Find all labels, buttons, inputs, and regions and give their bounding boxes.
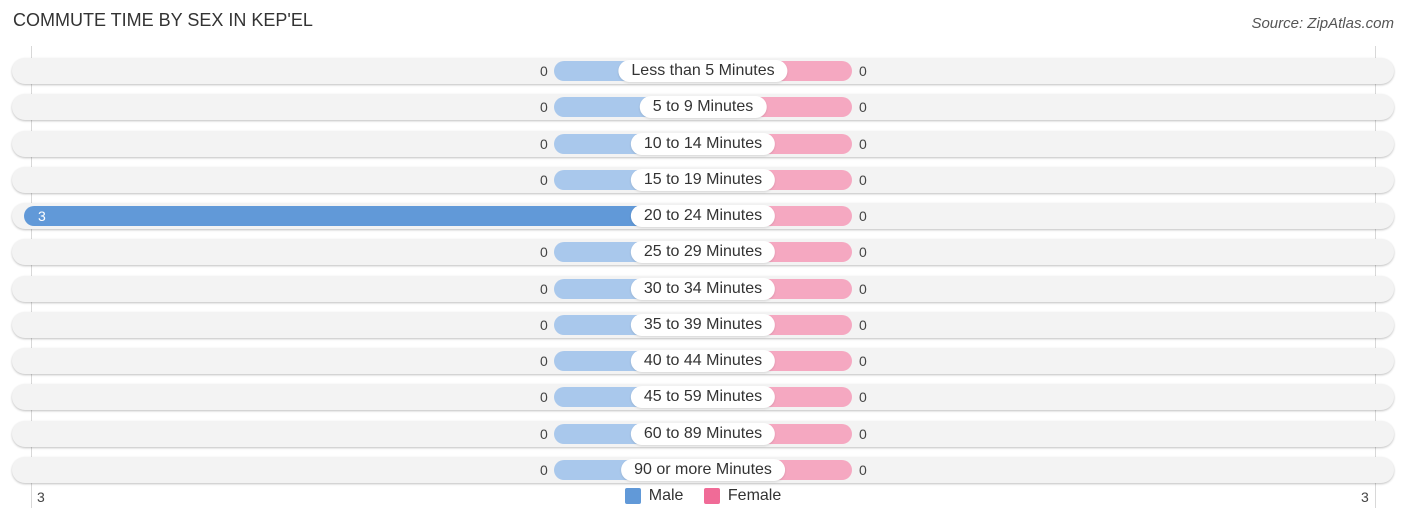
- female-value-label: 0: [859, 389, 867, 405]
- legend: Male Female: [0, 487, 1406, 509]
- legend-label-female: Female: [727, 487, 782, 504]
- female-value-label: 0: [859, 244, 867, 260]
- male-value-label: 0: [540, 136, 548, 152]
- category-label: 90 or more Minutes: [621, 459, 785, 481]
- legend-label-male: Male: [648, 487, 684, 504]
- male-value-label: 0: [540, 172, 548, 188]
- chart-title: COMMUTE TIME BY SEX IN KEP'EL: [13, 10, 313, 30]
- male-value-label: 0: [540, 63, 548, 79]
- category-label: 20 to 24 Minutes: [630, 205, 776, 227]
- source-label: Source: ZipAtlas.com: [1251, 15, 1394, 32]
- female-value-label: 0: [859, 281, 867, 297]
- category-label: 45 to 59 Minutes: [630, 386, 776, 408]
- male-value-label: 3: [38, 208, 46, 224]
- female-swatch: [703, 488, 720, 504]
- female-value-label: 0: [859, 99, 867, 115]
- category-label: 10 to 14 Minutes: [630, 133, 776, 155]
- female-value-label: 0: [859, 353, 867, 369]
- female-value-label: 0: [859, 136, 867, 152]
- category-label: 35 to 39 Minutes: [630, 314, 776, 336]
- male-value-label: 0: [540, 244, 548, 260]
- legend-item-male[interactable]: Male: [624, 487, 684, 505]
- legend-item-female[interactable]: Female: [703, 487, 782, 505]
- category-label: 15 to 19 Minutes: [630, 169, 776, 191]
- male-value-label: 0: [540, 353, 548, 369]
- category-label: 60 to 89 Minutes: [630, 423, 776, 445]
- female-value-label: 0: [859, 208, 867, 224]
- female-value-label: 0: [859, 317, 867, 333]
- male-value-label: 0: [540, 317, 548, 333]
- female-value-label: 0: [859, 63, 867, 79]
- male-value-label: 0: [540, 99, 548, 115]
- female-value-label: 0: [859, 172, 867, 188]
- category-label: 40 to 44 Minutes: [630, 350, 776, 372]
- male-value-label: 0: [540, 462, 548, 478]
- male-value-label: 0: [540, 281, 548, 297]
- male-value-label: 0: [540, 389, 548, 405]
- male-value-label: 0: [540, 426, 548, 442]
- category-label: 30 to 34 Minutes: [630, 278, 776, 300]
- female-value-label: 0: [859, 426, 867, 442]
- category-label: Less than 5 Minutes: [618, 60, 788, 82]
- category-label: 25 to 29 Minutes: [630, 241, 776, 263]
- male-bar[interactable]: [24, 206, 703, 226]
- female-value-label: 0: [859, 462, 867, 478]
- male-swatch: [624, 488, 641, 504]
- category-label: 5 to 9 Minutes: [639, 96, 767, 118]
